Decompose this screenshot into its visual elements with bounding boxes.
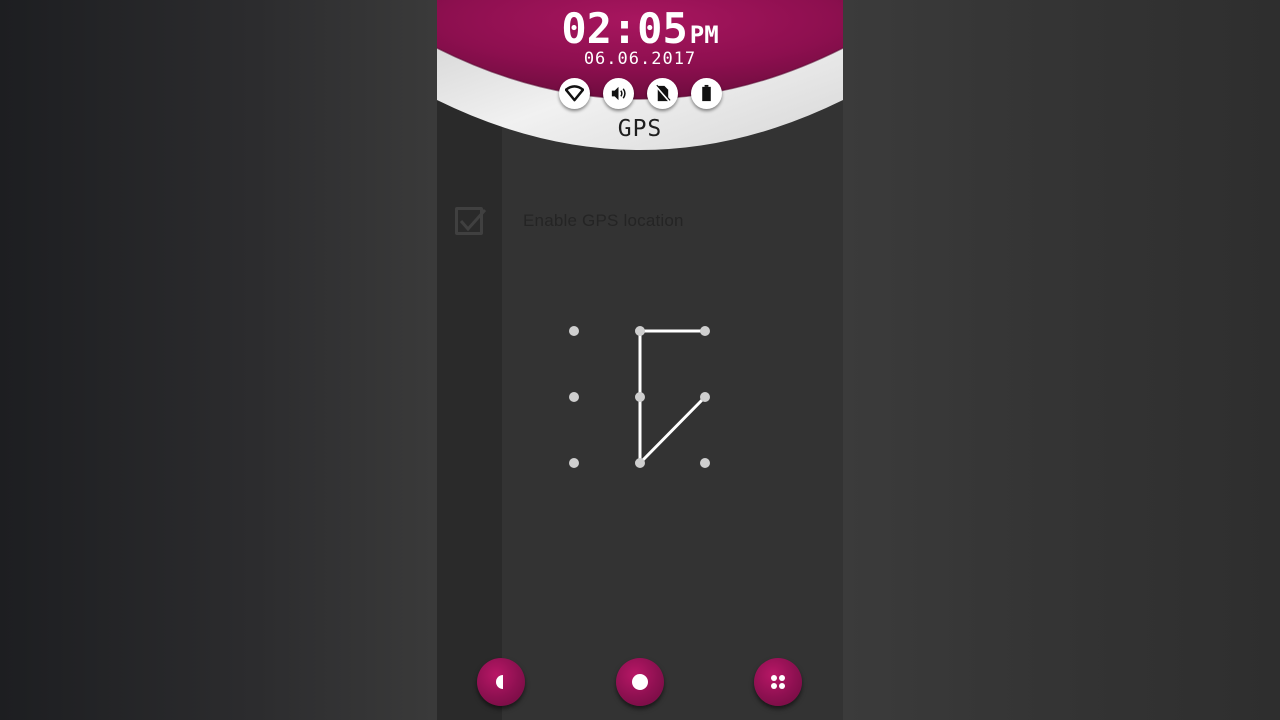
- pattern-dot-5[interactable]: [635, 392, 645, 402]
- apps-icon: [771, 675, 785, 689]
- pattern-dot-7[interactable]: [569, 458, 579, 468]
- clock-ampm: PM: [689, 21, 719, 49]
- status-icons: [559, 78, 723, 110]
- navigation-bar: [437, 658, 843, 708]
- pattern-dot-3[interactable]: [700, 326, 710, 336]
- home-button[interactable]: [616, 658, 664, 706]
- battery-icon[interactable]: [691, 78, 722, 109]
- gps-setting-label: Enable GPS location: [523, 211, 684, 230]
- home-icon: [632, 674, 648, 690]
- gps-setting-row[interactable]: Enable GPS location: [437, 195, 843, 247]
- gps-checkbox[interactable]: [455, 207, 487, 235]
- clock-date: 06.06.2017: [583, 49, 697, 69]
- pattern-dot-1[interactable]: [569, 326, 579, 336]
- pattern-dot-9[interactable]: [700, 458, 710, 468]
- no-sim-icon[interactable]: [647, 78, 678, 109]
- page-title: GPS: [617, 116, 663, 142]
- wifi-icon[interactable]: [559, 78, 590, 109]
- phone-screen: Enable GPS location 02:05PM 06.06.2017 G…: [437, 0, 843, 720]
- pattern-dot-8[interactable]: [635, 458, 645, 468]
- checkmark-icon: [459, 208, 487, 232]
- volume-icon[interactable]: [603, 78, 634, 109]
- back-button[interactable]: [477, 658, 525, 706]
- pattern-dot-6[interactable]: [700, 392, 710, 402]
- pattern-dot-2[interactable]: [635, 326, 645, 336]
- lockscreen-header: 02:05PM 06.06.2017 GPS: [437, 0, 843, 160]
- clock-time: 02:05: [561, 4, 688, 53]
- unlock-pattern[interactable]: [557, 313, 727, 483]
- pattern-path: [638, 329, 707, 465]
- apps-button[interactable]: [754, 658, 802, 706]
- back-icon: [496, 675, 503, 689]
- pattern-dot-4[interactable]: [569, 392, 579, 402]
